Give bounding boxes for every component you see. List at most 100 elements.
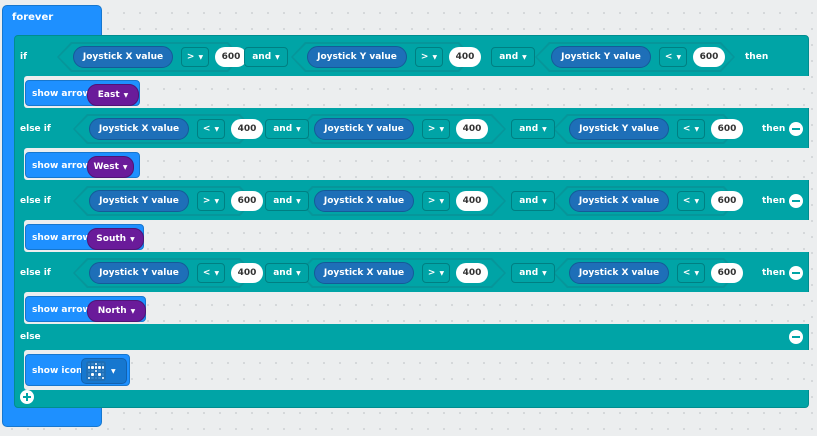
comparison-operator-dropdown[interactable]: < ▼ bbox=[677, 191, 705, 211]
operator-label: > bbox=[427, 268, 436, 278]
chevron-down-icon: ▼ bbox=[123, 91, 129, 99]
comparison-operator-dropdown[interactable]: > ▼ bbox=[422, 263, 450, 283]
chevron-down-icon: ▼ bbox=[676, 53, 682, 61]
and-label: and bbox=[519, 268, 539, 278]
comparison-operator-dropdown[interactable]: < ▼ bbox=[659, 47, 687, 67]
operator-label: < bbox=[202, 268, 211, 278]
and-label: and bbox=[499, 52, 519, 62]
arrow-direction-dropdown[interactable]: North ▼ bbox=[87, 300, 146, 322]
show-icon-block[interactable]: show icon ▼ bbox=[25, 354, 130, 386]
chevron-down-icon: ▼ bbox=[296, 269, 301, 277]
statement-slot bbox=[24, 350, 809, 390]
show-icon-label: show icon bbox=[32, 366, 83, 376]
direction-label: East bbox=[97, 90, 120, 100]
statement-slot bbox=[24, 76, 809, 108]
then-label: then bbox=[762, 196, 786, 206]
show-arrow-block[interactable]: show arrow North ▼ bbox=[25, 296, 146, 322]
joystick-value-sensor[interactable]: Joystick X value bbox=[73, 46, 173, 68]
workspace: forever if Joystick X value > ▼ 600 Joystick … bbox=[0, 0, 817, 427]
remove-branch-icon[interactable] bbox=[789, 122, 803, 136]
show-arrow-block[interactable]: show arrow West ▼ bbox=[25, 152, 140, 178]
number-input[interactable]: 600 bbox=[693, 47, 725, 67]
remove-else-icon[interactable] bbox=[789, 330, 803, 344]
comparison-operator-dropdown[interactable]: > ▼ bbox=[422, 191, 450, 211]
comparison-operator-dropdown[interactable]: > ▼ bbox=[422, 119, 450, 139]
show-arrow-block[interactable]: show arrow East ▼ bbox=[25, 80, 140, 106]
number-input[interactable]: 400 bbox=[449, 47, 481, 67]
chevron-down-icon: ▼ bbox=[111, 367, 116, 375]
joystick-value-sensor[interactable]: Joystick X value bbox=[89, 118, 189, 140]
chevron-down-icon: ▼ bbox=[198, 53, 204, 61]
number-input[interactable]: 400 bbox=[456, 263, 488, 283]
chevron-down-icon: ▼ bbox=[694, 269, 700, 277]
logic-and-dropdown[interactable]: and ▼ bbox=[511, 263, 555, 283]
arrow-direction-dropdown[interactable]: South ▼ bbox=[87, 228, 144, 250]
logic-and-dropdown[interactable]: and ▼ bbox=[511, 191, 555, 211]
statement-slot bbox=[24, 148, 809, 180]
comparison-operator-dropdown[interactable]: < ▼ bbox=[197, 119, 225, 139]
joystick-value-sensor[interactable]: Joystick Y value bbox=[551, 46, 651, 68]
arrow-direction-dropdown[interactable]: West ▼ bbox=[87, 156, 134, 178]
number-input[interactable]: 600 bbox=[231, 191, 263, 211]
chevron-down-icon: ▼ bbox=[130, 235, 135, 243]
joystick-value-sensor[interactable]: Joystick X value bbox=[314, 262, 414, 284]
number-input[interactable]: 600 bbox=[711, 119, 743, 139]
number-input[interactable]: 400 bbox=[231, 119, 263, 139]
comparison-operator-dropdown[interactable]: > ▼ bbox=[181, 47, 209, 67]
and-label: and bbox=[252, 52, 272, 62]
then-label: then bbox=[762, 268, 786, 278]
and-label: and bbox=[273, 268, 293, 278]
joystick-value-sensor[interactable]: Joystick Y value bbox=[314, 118, 414, 140]
logic-and-dropdown[interactable]: and ▼ bbox=[265, 191, 309, 211]
chevron-down-icon: ▼ bbox=[542, 269, 547, 277]
logic-and-dropdown[interactable]: and ▼ bbox=[265, 263, 309, 283]
logic-and-dropdown[interactable]: and ▼ bbox=[265, 119, 309, 139]
number-input[interactable]: 600 bbox=[215, 47, 247, 67]
joystick-value-sensor[interactable]: Joystick X value bbox=[569, 190, 669, 212]
and-label: and bbox=[519, 124, 539, 134]
remove-branch-icon[interactable] bbox=[789, 194, 803, 208]
show-arrow-label: show arrow bbox=[32, 89, 91, 99]
comparison-operator-dropdown[interactable]: < ▼ bbox=[677, 263, 705, 283]
comparison-operator-dropdown[interactable]: > ▼ bbox=[197, 191, 225, 211]
person-icon bbox=[86, 361, 106, 381]
add-branch-icon[interactable] bbox=[20, 390, 34, 404]
forever-label: forever bbox=[12, 12, 54, 23]
then-label: then bbox=[745, 52, 769, 62]
operator-label: > bbox=[427, 124, 436, 134]
number-input[interactable]: 400 bbox=[231, 263, 263, 283]
chevron-down-icon: ▼ bbox=[542, 197, 547, 205]
joystick-value-sensor[interactable]: Joystick X value bbox=[569, 262, 669, 284]
chevron-down-icon: ▼ bbox=[694, 197, 700, 205]
logic-and-dropdown[interactable]: and ▼ bbox=[511, 119, 555, 139]
logic-and-dropdown[interactable]: and ▼ bbox=[491, 47, 535, 67]
remove-branch-icon[interactable] bbox=[789, 266, 803, 280]
icon-picker-dropdown[interactable]: ▼ bbox=[81, 358, 127, 384]
joystick-value-sensor[interactable]: Joystick Y value bbox=[307, 46, 407, 68]
show-arrow-block[interactable]: show arrow South ▼ bbox=[25, 224, 144, 250]
chevron-down-icon: ▼ bbox=[214, 269, 220, 277]
else-label: else bbox=[20, 332, 41, 342]
logic-and-dropdown[interactable]: and ▼ bbox=[244, 47, 288, 67]
direction-label: South bbox=[96, 234, 127, 244]
show-arrow-label: show arrow bbox=[32, 161, 91, 171]
joystick-value-sensor[interactable]: Joystick X value bbox=[314, 190, 414, 212]
condition-keyword: else if bbox=[20, 268, 51, 278]
comparison-operator-dropdown[interactable]: > ▼ bbox=[415, 47, 443, 67]
comparison-operator-dropdown[interactable]: < ▼ bbox=[677, 119, 705, 139]
show-arrow-label: show arrow bbox=[32, 305, 91, 315]
chevron-down-icon: ▼ bbox=[432, 53, 438, 61]
and-label: and bbox=[273, 124, 293, 134]
number-input[interactable]: 400 bbox=[456, 191, 488, 211]
and-label: and bbox=[519, 196, 539, 206]
joystick-value-sensor[interactable]: Joystick Y value bbox=[89, 190, 189, 212]
number-input[interactable]: 400 bbox=[456, 119, 488, 139]
chevron-down-icon: ▼ bbox=[296, 125, 301, 133]
comparison-operator-dropdown[interactable]: < ▼ bbox=[197, 263, 225, 283]
then-label: then bbox=[762, 124, 786, 134]
number-input[interactable]: 600 bbox=[711, 191, 743, 211]
joystick-value-sensor[interactable]: Joystick Y value bbox=[89, 262, 189, 284]
joystick-value-sensor[interactable]: Joystick Y value bbox=[569, 118, 669, 140]
arrow-direction-dropdown[interactable]: East ▼ bbox=[87, 84, 139, 106]
number-input[interactable]: 600 bbox=[711, 263, 743, 283]
